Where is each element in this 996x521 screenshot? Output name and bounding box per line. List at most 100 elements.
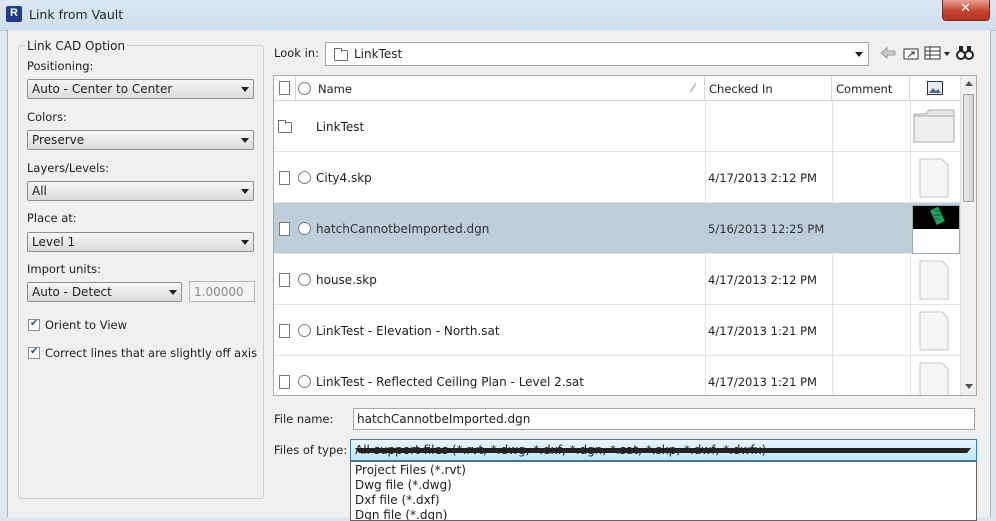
folder-thumbnail [912,106,955,146]
dropdown-option[interactable]: Dgn file (*.dgn) [355,508,447,520]
files-of-type-label: Files of type: [274,443,348,457]
header-comment-label: Comment [836,82,893,96]
dropdown-option[interactable]: Dxf file (*.dxf) [355,493,440,507]
import-scale-field: 1.00000 [189,281,255,302]
status-circle-icon [298,375,311,388]
chevron-down-icon [241,87,249,92]
folder-icon [278,120,292,133]
place-at-select[interactable]: Level 1 [27,232,254,252]
list-item[interactable]: City4.skp 4/17/2013 2:12 PM [274,152,960,203]
dropdown-option[interactable]: Project Files (*.rvt) [355,463,466,477]
list-item[interactable]: LinkTest [274,101,960,152]
back-arrow-icon[interactable] [879,45,897,61]
lookin-label: Look in: [274,46,319,60]
close-icon: ✕ [960,1,971,16]
import-units-label: Import units: [27,262,101,276]
positioning-select[interactable]: Auto - Center to Center [27,79,254,99]
document-icon [279,81,290,95]
header-status-col[interactable] [296,76,314,100]
lookin-value: LinkTest [354,47,403,61]
colors-label: Colors: [27,110,67,124]
colors-select[interactable]: Preserve [27,130,254,150]
header-comment[interactable]: Comment [832,76,910,100]
item-checked-in: 4/17/2013 2:12 PM [708,171,817,185]
up-folder-icon[interactable] [902,45,920,61]
place-at-value: Level 1 [32,235,76,249]
dropdown-option[interactable]: Dwg file (*.dwg) [355,478,452,492]
window-title: Link from Vault [29,7,124,22]
status-circle-icon [298,273,311,286]
view-menu-icon[interactable] [924,45,952,61]
title-bar: Link from Vault ✕ [0,0,996,31]
header-checked-in-label: Checked In [709,82,773,96]
folder-icon [334,48,348,61]
document-icon [279,222,290,236]
chevron-down-icon [169,290,177,295]
item-name: house.skp [316,273,377,287]
list-item[interactable]: LinkTest - Reflected Ceiling Plan - Leve… [274,356,960,395]
file-thumbnail [912,259,954,300]
close-button[interactable]: ✕ [942,0,990,21]
chevron-down-icon [855,52,863,57]
scroll-thumb[interactable] [963,94,974,202]
item-checked-in: 4/17/2013 1:21 PM [708,324,817,338]
dgn-thumbnail [912,205,960,254]
list-header: Name ⁄ Checked In Comment [274,76,960,101]
lookin-select[interactable]: LinkTest [325,42,869,66]
layers-value: All [32,184,47,198]
file-thumbnail [912,361,954,395]
chevron-down-icon [355,448,971,453]
positioning-value: Auto - Center to Center [32,82,173,96]
chevron-down-icon [241,138,249,143]
status-circle-icon [298,82,311,95]
header-checked-in[interactable]: Checked In [705,76,832,100]
list-item-selected[interactable]: hatchCannotbeImported.dgn 5/16/2013 12:2… [274,203,960,254]
document-icon [279,273,290,287]
item-name: hatchCannotbeImported.dgn [316,222,490,236]
colors-value: Preserve [32,133,85,147]
import-scale-value: 1.00000 [194,285,244,299]
import-units-select[interactable]: Auto - Detect [27,282,182,302]
header-thumbnail[interactable] [910,76,960,100]
correct-lines-label: Correct lines that are slightly off axis [45,346,258,360]
document-icon [279,375,290,389]
group-title: Link CAD Option [25,39,128,53]
file-list: Name ⁄ Checked In Comment LinkTest City4… [273,75,977,396]
file-thumbnail [912,310,954,351]
correct-lines-checkbox[interactable] [28,346,40,359]
header-name-label: Name [318,82,352,96]
import-units-value: Auto - Detect [32,285,112,299]
orient-to-view-label: Orient to View [45,318,127,332]
status-circle-icon [298,324,311,337]
item-name: City4.skp [316,171,372,185]
file-name-input[interactable]: hatchCannotbeImported.dgn [353,408,975,430]
list-item[interactable]: house.skp 4/17/2013 2:12 PM [274,254,960,305]
header-type-col[interactable] [274,76,296,100]
file-thumbnail [912,157,954,198]
vertical-scrollbar[interactable] [960,76,976,395]
header-name[interactable]: Name ⁄ [314,76,705,100]
image-icon [927,81,943,95]
layers-select[interactable]: All [27,181,254,201]
layers-label: Layers/Levels: [27,161,110,175]
positioning-label: Positioning: [27,59,94,73]
item-name: LinkTest [316,120,365,134]
chevron-down-icon [241,189,249,194]
files-of-type-dropdown: Project Files (*.rvt) Dwg file (*.dwg) D… [350,461,977,521]
place-at-label: Place at: [27,211,77,225]
scroll-down-icon[interactable] [965,384,973,389]
item-checked-in: 4/17/2013 2:12 PM [708,273,817,287]
orient-to-view-checkbox[interactable] [28,318,40,331]
binoculars-icon[interactable] [956,44,974,60]
sort-indicator-icon: ⁄ [692,81,694,95]
list-item[interactable]: LinkTest - Elevation - North.sat 4/17/20… [274,305,960,356]
document-icon [279,324,290,338]
files-of-type-select[interactable]: All support files (*.rvt, *.dwg, *.dxf, … [350,439,977,461]
item-checked-in: 5/16/2013 12:25 PM [708,222,825,236]
status-circle-icon [298,171,311,184]
file-name-value: hatchCannotbeImported.dgn [357,412,531,426]
revit-app-icon [6,6,22,22]
item-name: LinkTest - Elevation - North.sat [316,324,500,338]
scroll-up-icon[interactable] [965,81,973,86]
status-circle-icon [298,222,311,235]
